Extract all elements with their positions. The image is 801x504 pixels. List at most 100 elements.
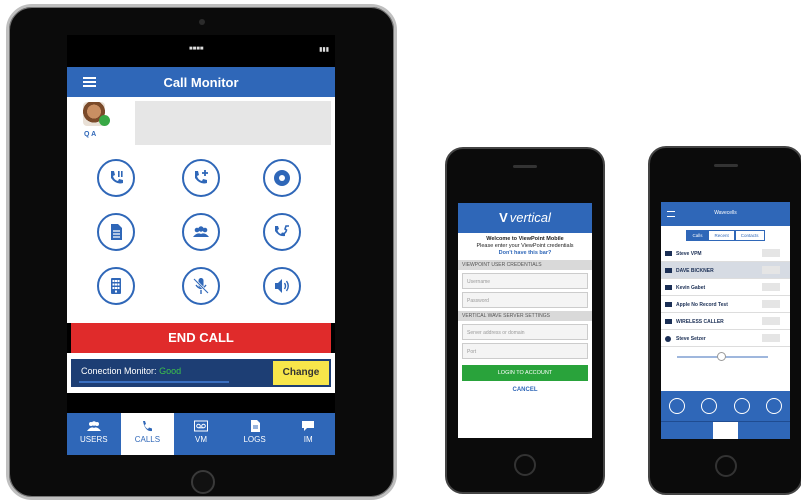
connection-monitor-text: Conection Monitor: [81,366,157,376]
tab-users[interactable]: USERS [67,413,121,455]
device-icon [665,251,672,256]
tab-vm[interactable]: VM [174,413,228,455]
segment-calls[interactable]: Calls [686,230,709,241]
server-section-header: VERTICAL WAVE SERVER SETTINGS [458,311,592,321]
change-button[interactable]: Change [273,361,329,385]
list-item[interactable]: Kevin Gabet [661,279,790,296]
notes-button[interactable] [97,213,135,251]
list-item-meta [762,317,780,325]
cancel-button[interactable]: CANCEL [458,387,592,393]
keypad-button[interactable] [97,267,135,305]
list-item-name: Apple No Record Test [676,302,728,308]
tab-calls[interactable] [687,422,713,439]
tab-label: VM [194,435,207,444]
connection-status: Good [159,366,182,376]
hold-call-icon [111,171,123,184]
conference-icon [193,226,209,237]
tab-im[interactable] [764,422,790,439]
ipad-screen: ■■■■ ▮▮▮ Call Monitor Q A END CALL Conec… [67,35,335,455]
logs-icon [250,420,260,432]
tab-label: IM [303,435,313,444]
status-dot-icon [665,336,671,342]
list-item-meta [762,266,780,274]
tab-im[interactable]: IM [281,413,335,455]
status-bar: ■■■■ ▮▮▮ [67,35,335,67]
list-item-meta [762,334,780,342]
camera [199,19,205,25]
transfer-button[interactable] [263,213,301,251]
end-call-button[interactable]: END CALL [71,323,331,353]
welcome-title: Welcome to ViewPoint Mobile [486,236,564,242]
list-item-meta [762,283,780,291]
speaker-button[interactable] [263,267,301,305]
phone-icon [143,421,153,432]
list-item-name: WIRELESS CALLER [676,319,724,325]
contact-details-panel [135,101,331,145]
voicemail-icon [193,420,208,432]
ipad-device: ■■■■ ▮▮▮ Call Monitor Q A END CALL Conec… [6,4,397,500]
tab-bar [661,421,790,439]
iphone-login-device: Vvertical Welcome to ViewPoint Mobile Pl… [445,147,605,494]
mute-button[interactable] [182,267,220,305]
segment-recent[interactable]: Recent [708,230,735,241]
list-item-name: Steve Setzer [676,336,706,342]
transfer-action-icon[interactable] [701,398,718,414]
transfer-icon [275,225,289,237]
segmented-control: Calls Recent Contacts [661,230,790,241]
segment-contacts[interactable]: Contacts [734,230,765,241]
volume-slider[interactable] [661,350,790,364]
port-field[interactable]: Port [462,343,588,359]
logo-text: vertical [509,210,551,225]
list-item-name: Steve VPM [676,251,702,257]
list-item[interactable]: Steve VPM [661,245,790,262]
contact-card[interactable]: Q A [67,97,335,153]
speaker-icon [275,279,289,293]
speaker-action-icon[interactable] [669,398,686,414]
delete-action-icon[interactable] [733,398,750,414]
tab-bar: USERS CALLS VM LOGS IM [67,413,335,455]
list-item[interactable]: DAVE BICKNER [661,262,790,279]
device-icon [665,268,672,273]
tab-label: USERS [80,435,108,444]
tab-logs[interactable]: LOGS [228,413,282,455]
home-button[interactable] [514,454,536,476]
password-field[interactable]: Password [462,292,588,308]
record-button[interactable] [263,159,301,197]
help-link[interactable]: Don't have this bar? [458,250,592,257]
home-button[interactable] [191,470,215,494]
action-bar [661,391,790,421]
list-item[interactable]: Apple No Record Test [661,296,790,313]
list-header: Wavecells [661,202,790,226]
product-showcase: ■■■■ ▮▮▮ Call Monitor Q A END CALL Conec… [0,0,801,504]
page-title: Call Monitor [163,75,239,90]
tab-vm[interactable] [712,422,739,439]
login-button[interactable]: LOGIN TO ACCOUNT [462,365,588,381]
share-action-icon[interactable] [765,398,782,414]
tab-calls[interactable]: CALLS [120,413,175,455]
username-field[interactable]: Username [462,273,588,289]
slider-knob[interactable] [717,352,726,361]
vertical-logo: Vvertical [458,203,592,233]
connection-quality-line [79,381,229,383]
call-controls-grid [67,153,335,323]
list-item-meta [762,300,780,308]
home-button[interactable] [714,455,737,477]
conference-button[interactable] [182,213,220,251]
tab-users[interactable] [661,422,687,439]
iphone-list-device: Wavecells Calls Recent Contacts Steve VP… [648,146,801,495]
connection-monitor-panel: Conection Monitor: Good Change [71,359,331,387]
vertical-logo-icon: V [499,210,508,225]
server-field[interactable]: Server address or domain [462,324,588,340]
list-item[interactable]: Steve Setzer [661,330,790,347]
record-icon [274,170,290,186]
keypad-icon [111,278,121,294]
login-screen: Vvertical Welcome to ViewPoint Mobile Pl… [458,203,592,438]
device-icon [665,302,672,307]
users-icon [86,421,101,431]
hold-call-button[interactable] [97,159,135,197]
list-item[interactable]: WIRELESS CALLER [661,313,790,330]
notes-icon [111,224,122,240]
tab-logs[interactable] [738,422,764,439]
list-item-name: DAVE BICKNER [676,268,714,274]
add-call-button[interactable] [182,159,220,197]
